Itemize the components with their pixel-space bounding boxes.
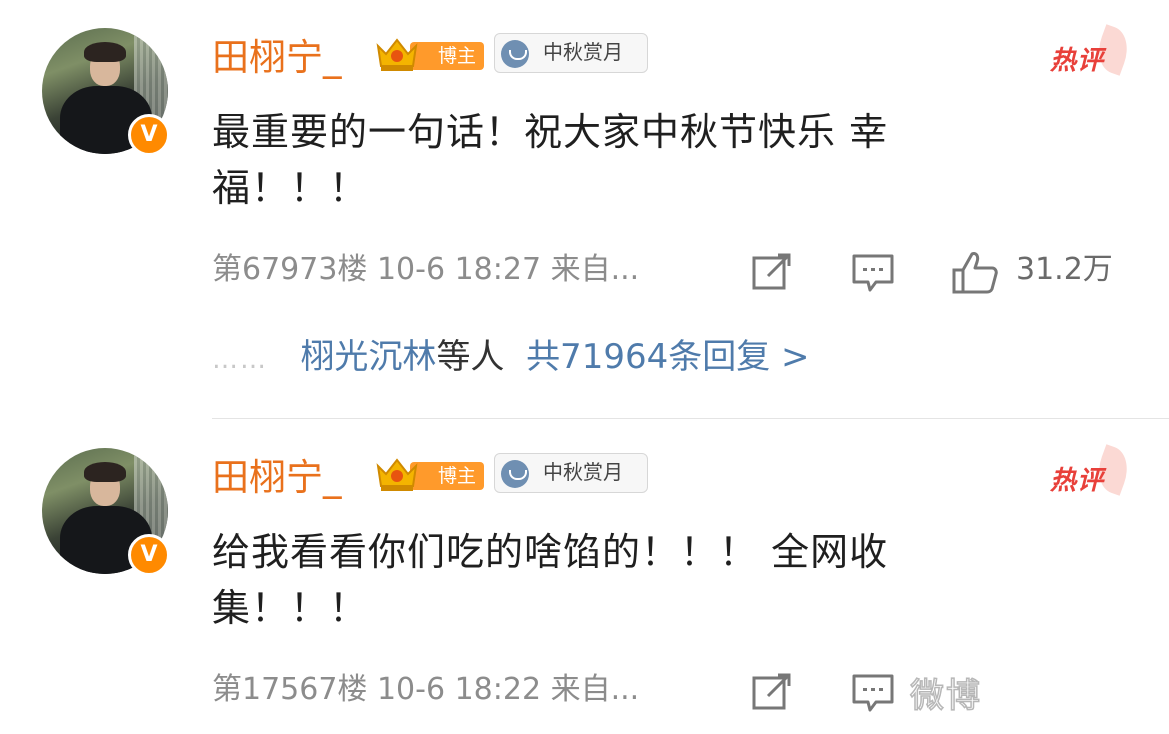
watermark: 微博 [909,675,982,717]
username[interactable]: 田栩宁_ [212,35,342,81]
avatar-hair [84,42,126,62]
like-icon[interactable] [950,250,1000,294]
username[interactable]: 田栩宁_ [212,455,342,501]
hot-comment-label: 热评 [1050,46,1105,76]
comment-item: V 田栩宁_ 博主 中秋赏月 热评 给我看看你们吃的啥馅的！！！ 全网收集！！！… [0,420,1169,734]
comment-text: 给我看看你们吃的啥馅的！！！ 全网收集！！！ [212,530,889,630]
comment-text: 最重要的一句话！祝大家中秋节快乐 幸福！！！ [212,110,889,210]
comment-icon[interactable] [850,670,896,714]
replies-dots: …… [212,345,268,375]
event-badge-label: 中秋赏月 [543,460,623,484]
moon-icon [501,40,529,68]
reply-suffix: 等人 [436,337,505,377]
event-badge-label: 中秋赏月 [543,40,623,64]
crown-icon [376,38,418,71]
host-badge: 博主 [372,456,484,494]
comment-item: V 田栩宁_ 博主 中秋赏月 热评 最重要的一句话！祝大家中秋节快乐 幸福！！！… [0,0,1169,420]
repost-icon[interactable] [750,670,794,714]
event-badge[interactable]: 中秋赏月 [494,453,648,493]
moon-icon [501,460,529,488]
verified-badge-icon: V [128,534,170,576]
repost-icon[interactable] [750,250,794,294]
comment-meta: 第17567楼 10-6 18:22 来自... [212,672,640,707]
divider [212,418,1169,419]
event-badge[interactable]: 中秋赏月 [494,33,648,73]
comment-icon[interactable] [850,250,896,294]
comment-meta: 第67973楼 10-6 18:27 来自... [212,252,640,287]
reply-total[interactable]: 共71964条回复 > [526,337,809,377]
host-badge: 博主 [372,36,484,74]
like-count: 31.2万 [1016,252,1113,287]
verified-badge-icon: V [128,114,170,156]
avatar-hair [84,462,126,482]
reply-user-names[interactable]: 栩光沉林 [300,337,436,377]
replies-link[interactable]: …… 栩光沉林等人 共71964条回复 > [212,334,810,383]
hot-comment-label: 热评 [1050,466,1105,496]
crown-icon [376,458,418,491]
